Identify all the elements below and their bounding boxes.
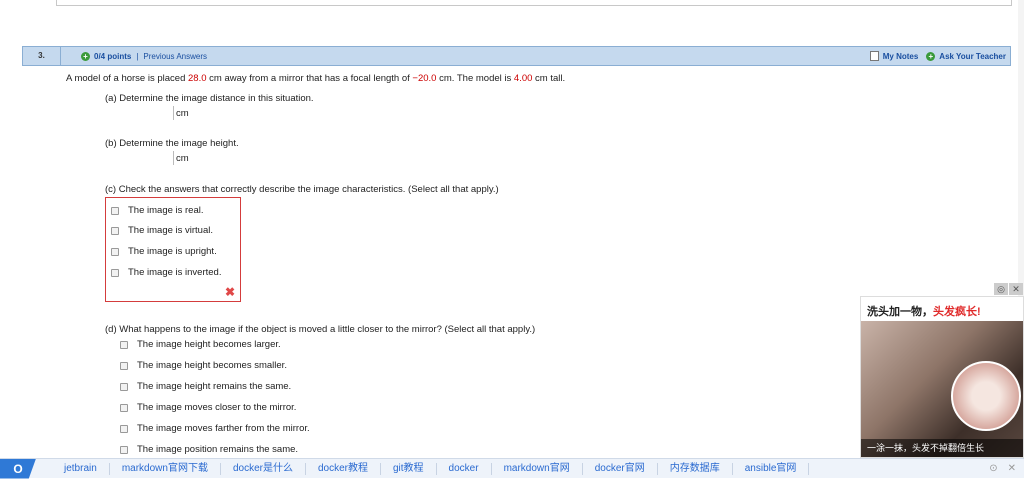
my-notes-link[interactable]: My Notes: [883, 52, 919, 61]
part-d-option[interactable]: The image height remains the same.: [120, 381, 291, 392]
ad-controls: ◎ ✕: [994, 283, 1023, 295]
bookmark-link[interactable]: ansible官网: [733, 462, 810, 475]
question-number: 3.: [23, 47, 61, 65]
part-a-input[interactable]: [112, 106, 174, 120]
checkbox[interactable]: [120, 361, 128, 370]
checkbox[interactable]: [111, 247, 119, 256]
bookmark-link[interactable]: git教程: [381, 462, 437, 475]
incorrect-x-icon: ✖: [225, 285, 236, 299]
question-header: 3. + 0/4 points | Previous Answers My No…: [22, 46, 1011, 66]
part-c-option[interactable]: The image is real.: [111, 205, 204, 216]
part-c-label: (c) Check the answers that correctly des…: [105, 184, 499, 195]
bookmark-link[interactable]: docker: [437, 462, 492, 475]
part-b-label: (b) Determine the image height.: [105, 138, 239, 149]
checkbox[interactable]: [120, 403, 128, 412]
part-d-option[interactable]: The image height becomes larger.: [120, 339, 281, 350]
checkbox[interactable]: [120, 382, 128, 391]
part-b-unit: cm: [176, 153, 189, 164]
ask-teacher-link[interactable]: Ask Your Teacher: [939, 52, 1006, 61]
checkbox[interactable]: [120, 340, 128, 349]
part-d-option[interactable]: The image moves closer to the mirror.: [120, 402, 296, 413]
bookmark-link[interactable]: markdown官网: [492, 462, 583, 475]
bookmark-bar: O jetbrain markdown官网下载 docker是什么 docker…: [0, 458, 1024, 479]
points-score: 0/4 points: [94, 51, 132, 61]
checkbox[interactable]: [111, 206, 119, 215]
bookmark-link[interactable]: docker教程: [306, 462, 381, 475]
part-a-label: (a) Determine the image distance in this…: [105, 93, 314, 104]
advertisement[interactable]: 洗头加一物，头发疯长! 一涂一抹，头发不掉翻倍生长: [860, 296, 1024, 458]
part-b-input[interactable]: [112, 151, 174, 165]
ad-image: [861, 321, 1023, 457]
settings-icon[interactable]: ⊙: [989, 463, 997, 474]
question-stem: A model of a horse is placed 28.0 cm awa…: [66, 73, 566, 84]
bookmark-link[interactable]: jetbrain: [52, 462, 110, 475]
part-c-option[interactable]: The image is inverted.: [111, 267, 221, 278]
previous-question-box: [56, 0, 1012, 6]
bookmark-link[interactable]: docker是什么: [221, 462, 306, 475]
bookmark-link[interactable]: 内存数据库: [658, 462, 733, 475]
search-icon[interactable]: O: [0, 458, 36, 479]
header-separator: |: [136, 51, 139, 61]
notes-icon[interactable]: [869, 51, 879, 61]
ask-plus-icon[interactable]: +: [926, 51, 936, 61]
part-d-option[interactable]: The image height becomes smaller.: [120, 360, 287, 371]
close-icon[interactable]: ✕: [1008, 463, 1016, 474]
ad-close-icon[interactable]: ✕: [1009, 283, 1023, 295]
part-d-option[interactable]: The image moves farther from the mirror.: [120, 423, 310, 434]
part-a-unit: cm: [176, 108, 189, 119]
checkbox[interactable]: [111, 226, 119, 235]
ad-info-icon[interactable]: ◎: [994, 283, 1008, 295]
ad-caption: 一涂一抹，头发不掉翻倍生长: [861, 439, 1023, 457]
previous-answers-link[interactable]: Previous Answers: [143, 52, 207, 61]
part-c-option[interactable]: The image is upright.: [111, 246, 217, 257]
part-d-label: (d) What happens to the image if the obj…: [105, 324, 536, 335]
bookmark-link[interactable]: docker官网: [583, 462, 658, 475]
checkbox[interactable]: [111, 268, 119, 277]
expand-plus-icon[interactable]: +: [81, 51, 90, 61]
ad-inset-image: [951, 361, 1021, 431]
bookmark-link[interactable]: markdown官网下载: [110, 462, 221, 475]
part-d-option[interactable]: The image position remains the same.: [120, 444, 298, 455]
part-c-option[interactable]: The image is virtual.: [111, 225, 213, 236]
checkbox[interactable]: [120, 424, 128, 433]
checkbox[interactable]: [120, 445, 128, 454]
